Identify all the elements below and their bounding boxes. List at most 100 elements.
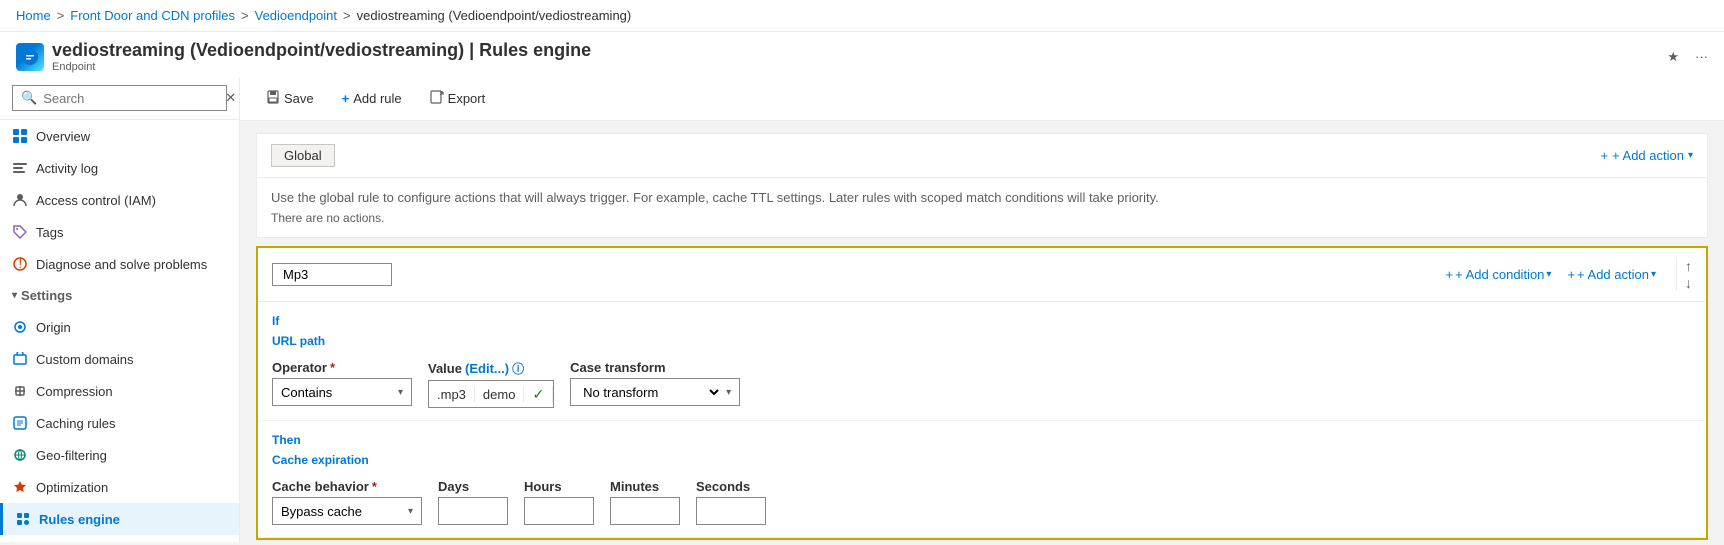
custom-domains-icon	[12, 351, 28, 367]
condition-block: If URL path Operator *	[258, 302, 1706, 421]
global-rule-name: Global	[271, 144, 335, 167]
operator-select[interactable]: Contains Begins with Ends with Equal Wil…	[281, 385, 394, 400]
sidebar-item-label: Optimization	[36, 480, 108, 495]
operator-select-box[interactable]: Contains Begins with Ends with Equal Wil…	[272, 378, 412, 406]
no-actions-text: There are no actions.	[271, 211, 1693, 225]
sidebar-search-container: 🔍 ✕ «	[0, 77, 239, 120]
url-path-label: URL path	[272, 334, 325, 348]
hours-input[interactable]	[524, 497, 594, 525]
sort-down-icon[interactable]: ↓	[1685, 275, 1692, 291]
cache-behavior-required: *	[372, 479, 377, 494]
value-text: .mp3	[429, 387, 475, 402]
mp3-rule-header: + + Add condition ▾ + + Add action ▾ ↑ ↓	[258, 248, 1706, 302]
sidebar-item-tags[interactable]: Tags	[0, 216, 239, 248]
sidebar-item-label: Custom domains	[36, 352, 134, 367]
breadcrumb-endpoint[interactable]: Vedioendpoint	[255, 8, 337, 23]
days-field-group: Days	[438, 479, 508, 525]
breadcrumb-home[interactable]: Home	[16, 8, 51, 23]
value-field-group: Value (Edit...) ⓘ .mp3 demo ✓	[428, 360, 554, 408]
search-icon: 🔍	[21, 90, 37, 106]
chevron-down-icon: ▾	[1546, 269, 1551, 280]
global-rule-header: Global + + Add action ▾	[257, 134, 1707, 178]
action-fields: Cache behavior * Bypass cache Override S…	[272, 479, 1692, 525]
then-label: Then	[272, 433, 1692, 447]
cache-behavior-field-group: Cache behavior * Bypass cache Override S…	[272, 479, 422, 525]
sidebar-item-label: Compression	[36, 384, 113, 399]
edit-link[interactable]: (Edit...)	[465, 361, 509, 376]
chevron-down-icon: ▾	[1688, 150, 1693, 161]
export-label: Export	[448, 91, 486, 106]
mp3-rule-name-input[interactable]	[272, 263, 392, 286]
save-button[interactable]: Save	[256, 85, 324, 112]
days-input[interactable]	[438, 497, 508, 525]
sidebar-item-compression[interactable]: Compression	[0, 375, 239, 407]
sidebar-item-iam[interactable]: Access control (IAM)	[0, 184, 239, 216]
value-box: .mp3 demo ✓	[428, 380, 554, 408]
minutes-field-group: Minutes	[610, 479, 680, 525]
check-icon: ✓	[524, 386, 553, 403]
settings-section-label: Settings	[21, 288, 72, 303]
rules-engine-icon	[15, 511, 31, 527]
sidebar-item-optimization[interactable]: Optimization	[0, 471, 239, 503]
value-extra: demo	[475, 387, 525, 402]
sidebar-item-label: Origin	[36, 320, 71, 335]
global-rule-card: Global + + Add action ▾ Use the global r…	[256, 133, 1708, 238]
title-text: vediostreaming (Vedioendpoint/vediostrea…	[52, 40, 591, 73]
sidebar-item-activity-log[interactable]: Activity log	[0, 152, 239, 184]
clear-icon[interactable]: ✕	[225, 90, 236, 106]
sidebar-item-label: Rules engine	[39, 512, 120, 527]
add-rule-icon: +	[342, 91, 350, 106]
mp3-rule-card: + + Add condition ▾ + + Add action ▾ ↑ ↓	[256, 246, 1708, 540]
star-icon[interactable]: ★	[1667, 49, 1679, 65]
sidebar-item-label: Caching rules	[36, 416, 116, 431]
compression-icon	[12, 383, 28, 399]
page-subtitle: Endpoint	[52, 61, 591, 73]
cache-behavior-select[interactable]: Bypass cache Override Set if missing	[281, 504, 404, 519]
sidebar-item-label: Overview	[36, 129, 90, 144]
sidebar-item-label: Geo-filtering	[36, 448, 107, 463]
condition-fields: Operator * Contains Begins with Ends wit…	[272, 360, 1692, 408]
sidebar-item-geo-filtering[interactable]: Geo-filtering	[0, 439, 239, 471]
add-condition-button[interactable]: + + Add condition ▾	[1446, 267, 1552, 282]
global-rule-description: Use the global rule to configure actions…	[271, 190, 1693, 205]
export-button[interactable]: Export	[420, 85, 496, 112]
breadcrumb-bar: Home > Front Door and CDN profiles > Ved…	[0, 0, 1724, 32]
add-action-button[interactable]: + + Add action ▾	[1567, 267, 1656, 282]
case-transform-select-box[interactable]: No transform Uppercase Lowercase ▾	[570, 378, 740, 406]
origin-icon	[12, 319, 28, 335]
chevron-down-icon: ▾	[398, 387, 403, 398]
page-title: vediostreaming (Vedioendpoint/vediostrea…	[52, 40, 591, 61]
breadcrumb-sep-1: >	[57, 8, 65, 23]
operator-field-group: Operator * Contains Begins with Ends wit…	[272, 360, 412, 406]
geo-filtering-icon	[12, 447, 28, 463]
sidebar-item-rules-engine[interactable]: Rules engine	[0, 503, 239, 535]
info-icon[interactable]: ⓘ	[512, 362, 524, 376]
export-icon	[430, 90, 444, 107]
case-transform-select[interactable]: No transform Uppercase Lowercase	[579, 384, 722, 401]
tags-icon	[12, 224, 28, 240]
add-rule-button[interactable]: + Add rule	[332, 86, 412, 111]
cache-expiration-label: Cache expiration	[272, 453, 1692, 467]
operator-field-label: Operator *	[272, 360, 412, 375]
seconds-input[interactable]	[696, 497, 766, 525]
breadcrumb-current: vediostreaming (Vedioendpoint/vediostrea…	[357, 8, 632, 23]
global-add-action-button[interactable]: + + Add action ▾	[1600, 148, 1693, 163]
sidebar-item-diagnose[interactable]: ! Diagnose and solve problems	[0, 248, 239, 280]
sidebar-item-overview[interactable]: Overview	[0, 120, 239, 152]
sidebar-item-origin[interactable]: Origin	[0, 311, 239, 343]
sidebar-item-caching-rules[interactable]: Caching rules	[0, 407, 239, 439]
minutes-input[interactable]	[610, 497, 680, 525]
chevron-down-icon: ▾	[1651, 269, 1656, 280]
chevron-down-icon: ▾	[408, 506, 413, 517]
sidebar-settings-section[interactable]: ▾ Settings	[0, 280, 239, 311]
activity-log-icon	[12, 160, 28, 176]
cache-behavior-select-box[interactable]: Bypass cache Override Set if missing ▾	[272, 497, 422, 525]
add-action-label: + Add action	[1612, 148, 1684, 163]
operator-required: *	[330, 360, 335, 375]
search-input[interactable]	[43, 91, 219, 106]
sidebar-item-custom-domains[interactable]: Custom domains	[0, 343, 239, 375]
breadcrumb-profiles[interactable]: Front Door and CDN profiles	[70, 8, 235, 23]
breadcrumb: Home > Front Door and CDN profiles > Ved…	[16, 8, 631, 23]
more-icon[interactable]: ···	[1695, 49, 1708, 64]
sort-up-icon[interactable]: ↑	[1685, 258, 1692, 274]
